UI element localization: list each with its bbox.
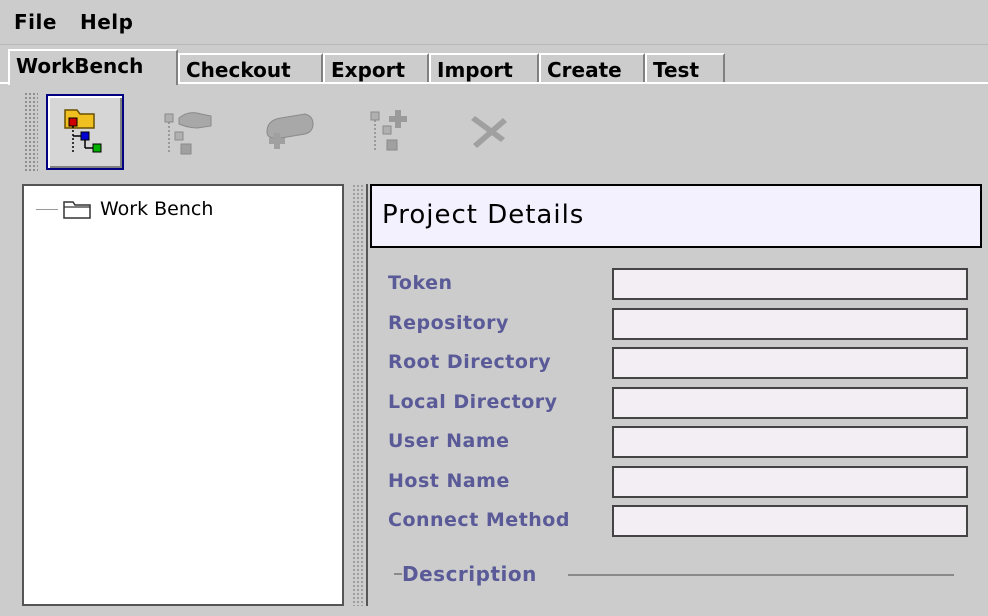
tab-checkout[interactable]: Checkout [178, 53, 323, 83]
user-name-field[interactable] [612, 426, 968, 458]
user-name-label: User Name [388, 430, 510, 452]
workbench-button[interactable] [46, 94, 124, 170]
host-name-label: Host Name [388, 470, 510, 492]
tab-export[interactable]: Export [323, 53, 429, 83]
toolbar [12, 88, 982, 176]
description-border-tick [394, 573, 402, 575]
host-name-field[interactable] [612, 466, 968, 498]
root-directory-field[interactable] [612, 347, 968, 379]
connect-method-field[interactable] [612, 505, 968, 537]
local-directory-field[interactable] [612, 387, 968, 419]
delete-button[interactable] [450, 94, 528, 170]
checkout-button[interactable] [148, 94, 226, 170]
tree-node-label: Work Bench [100, 198, 214, 220]
repository-field[interactable] [612, 308, 968, 340]
page-title: Project Details [382, 200, 585, 230]
add-node-icon [370, 110, 407, 152]
project-tree[interactable]: Work Bench [22, 184, 344, 606]
export-button[interactable] [248, 94, 326, 170]
menu-file[interactable]: File [14, 10, 57, 34]
folder-icon [63, 201, 91, 219]
split-pane-divider[interactable] [352, 184, 364, 606]
tab-strip: WorkBench Checkout Export Import Create … [0, 45, 988, 85]
menu-bar: File Help [0, 0, 988, 45]
project-details-panel: Project Details Token Repository Root Di… [366, 184, 986, 606]
token-field[interactable] [612, 268, 968, 300]
tree-connector [36, 208, 58, 210]
workbench-tree-icon [64, 109, 102, 153]
delete-icon [471, 116, 507, 148]
tab-import[interactable]: Import [429, 53, 539, 83]
connect-method-label: Connect Method [388, 509, 570, 531]
add-node-button[interactable] [350, 94, 428, 170]
tree-node-root[interactable]: Work Bench [36, 196, 213, 222]
tab-create[interactable]: Create [539, 53, 645, 83]
description-border [568, 574, 954, 576]
toolbar-grip[interactable] [24, 92, 38, 172]
token-label: Token [388, 272, 453, 294]
root-directory-label: Root Directory [388, 351, 552, 373]
tab-workbench[interactable]: WorkBench [8, 49, 178, 85]
menu-help[interactable]: Help [80, 10, 133, 34]
details-header: Project Details [370, 184, 982, 248]
description-label: Description [402, 562, 537, 586]
export-icon [266, 113, 314, 149]
local-directory-label: Local Directory [388, 391, 558, 413]
tab-test[interactable]: Test [645, 53, 725, 83]
checkout-tree-icon [164, 112, 212, 155]
repository-label: Repository [388, 312, 509, 334]
